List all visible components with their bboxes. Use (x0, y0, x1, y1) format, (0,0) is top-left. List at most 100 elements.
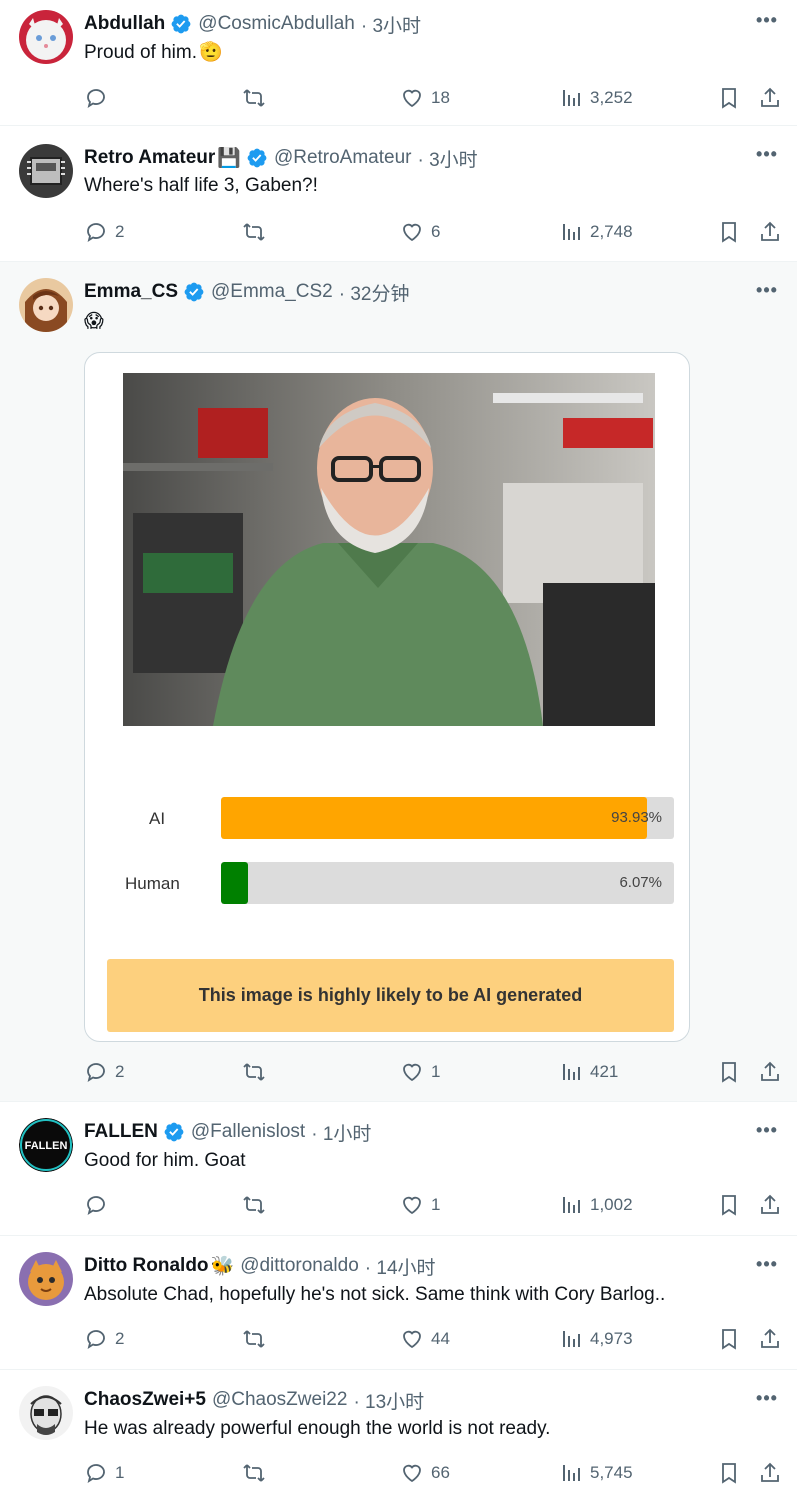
author-handle[interactable]: @ChaosZwei22 (212, 1389, 347, 1411)
tweet[interactable]: Retro Amateur 💾 @RetroAmateur · 3小时 ••• … (0, 126, 797, 262)
retweet-button[interactable] (242, 1459, 273, 1487)
tweet[interactable]: Ditto Ronaldo 🐝 @dittoronaldo · 14小时 •••… (0, 1236, 797, 1370)
reply-button[interactable]: 1 (84, 1459, 124, 1487)
timestamp[interactable]: · 3小时 (418, 145, 478, 172)
share-button[interactable] (758, 1058, 782, 1086)
author-handle[interactable]: @Emma_CS2 (211, 281, 333, 303)
timestamp[interactable]: · 14小时 (365, 1253, 436, 1280)
like-button[interactable]: 1 (400, 1191, 440, 1219)
share-icon (761, 1194, 779, 1214)
timestamp[interactable]: · 13小时 (353, 1387, 424, 1414)
views-button[interactable]: 2,748 (559, 218, 633, 246)
retweet-icon (243, 89, 265, 107)
more-icon[interactable]: ••• (753, 10, 781, 34)
fallen-logo-avatar[interactable]: FALLEN (19, 1118, 73, 1172)
retweet-icon (243, 223, 265, 241)
action-bar: 1 1,002 (84, 1191, 783, 1219)
bookmark-icon (722, 1329, 736, 1350)
bookmark-button[interactable] (717, 1191, 741, 1219)
retweet-button[interactable] (242, 84, 273, 112)
tweet[interactable]: Emma_CS @Emma_CS2 · 32分钟 ••• 😱 AI 93.93%… (0, 262, 797, 1102)
portrait-photo[interactable] (123, 373, 655, 726)
author-name[interactable]: Retro Amateur (84, 147, 215, 169)
retro-chip-avatar[interactable] (19, 144, 73, 198)
ai-score-bar: 93.93% (221, 797, 674, 839)
bookmark-icon (722, 1062, 736, 1083)
reply-icon (87, 1196, 105, 1215)
author-handle[interactable]: @CosmicAbdullah (198, 13, 355, 35)
author-name[interactable]: Abdullah (84, 13, 165, 35)
share-icon (761, 87, 779, 107)
share-button[interactable] (758, 1459, 782, 1487)
more-icon[interactable]: ••• (753, 144, 781, 168)
timestamp[interactable]: · 1小时 (311, 1119, 371, 1146)
views-button[interactable]: 1,002 (559, 1191, 633, 1219)
bookmark-button[interactable] (717, 1459, 741, 1487)
more-icon[interactable]: ••• (753, 280, 781, 304)
bookmark-button[interactable] (717, 1325, 741, 1353)
reply-button[interactable] (84, 84, 115, 112)
views-button[interactable]: 3,252 (559, 84, 633, 112)
more-icon[interactable]: ••• (753, 1388, 781, 1412)
bookmark-button[interactable] (717, 84, 741, 112)
bookmark-icon (722, 88, 736, 109)
reply-button[interactable]: 2 (84, 218, 124, 246)
heart-icon (403, 1464, 421, 1483)
like-button[interactable]: 6 (400, 218, 440, 246)
name-emoji: 🐝 (210, 1256, 235, 1277)
share-button[interactable] (758, 1325, 782, 1353)
like-button[interactable]: 1 (400, 1058, 440, 1086)
views-button[interactable]: 421 (559, 1058, 618, 1086)
verified-badge-icon (171, 14, 191, 34)
tweet[interactable]: ChaosZwei+5 @ChaosZwei22 · 13小时 ••• He w… (0, 1370, 797, 1499)
share-button[interactable] (758, 1191, 782, 1219)
author-handle[interactable]: @Fallenislost (191, 1121, 305, 1143)
ai-score-value: 93.93% (611, 809, 662, 826)
tweet[interactable]: FALLEN FALLEN @Fallenislost · 1小时 ••• Go… (0, 1102, 797, 1236)
retweet-icon (243, 1063, 265, 1081)
like-button[interactable]: 44 (400, 1325, 450, 1353)
media-card[interactable]: AI 93.93% Human 6.07% This image is high… (84, 352, 690, 1042)
author-name[interactable]: Ditto Ronaldo (84, 1255, 209, 1277)
views-button[interactable]: 5,745 (559, 1459, 633, 1487)
timestamp[interactable]: · 3小时 (361, 11, 421, 38)
retweet-button[interactable] (242, 1058, 273, 1086)
retweet-button[interactable] (242, 1191, 273, 1219)
tweet-text: Proud of him. 🫡 (84, 42, 223, 63)
share-button[interactable] (758, 84, 782, 112)
author-handle[interactable]: @dittoronaldo (240, 1255, 359, 1277)
author-name[interactable]: FALLEN (84, 1121, 158, 1143)
retweet-button[interactable] (242, 1325, 273, 1353)
heart-icon (403, 223, 421, 242)
share-button[interactable] (758, 218, 782, 246)
views-button[interactable]: 4,973 (559, 1325, 633, 1353)
action-bar: 2 44 4,973 (84, 1325, 783, 1353)
reply-button[interactable] (84, 1191, 115, 1219)
tweet[interactable]: Abdullah @CosmicAbdullah · 3小时 ••• Proud… (0, 0, 797, 126)
bookmark-icon (722, 1195, 736, 1216)
bookmark-icon (722, 222, 736, 243)
like-button[interactable]: 18 (400, 84, 450, 112)
retweet-button[interactable] (242, 218, 273, 246)
reply-button[interactable]: 2 (84, 1325, 124, 1353)
author-name[interactable]: ChaosZwei+5 (84, 1389, 206, 1411)
reply-button[interactable]: 2 (84, 1058, 124, 1086)
sketch-man-avatar[interactable] (19, 1386, 73, 1440)
author-handle[interactable]: @RetroAmateur (274, 147, 412, 169)
bookmark-button[interactable] (717, 1058, 741, 1086)
cartoon-cat-avatar[interactable] (19, 1252, 73, 1306)
like-button[interactable]: 66 (400, 1459, 450, 1487)
reply-icon (87, 223, 105, 242)
heart-icon (403, 1330, 421, 1349)
white-cat-avatar[interactable] (19, 10, 73, 64)
more-icon[interactable]: ••• (753, 1254, 781, 1278)
timestamp[interactable]: · 32分钟 (339, 279, 410, 306)
tweet-text: Where's half life 3, Gaben?! (84, 175, 318, 196)
verdict-banner: This image is highly likely to be AI gen… (107, 959, 674, 1032)
bookmark-button[interactable] (717, 218, 741, 246)
author-name[interactable]: Emma_CS (84, 281, 178, 303)
more-icon[interactable]: ••• (753, 1120, 781, 1144)
share-icon (761, 1462, 779, 1482)
anime-girl-avatar[interactable] (19, 278, 73, 332)
heart-icon (403, 89, 421, 108)
